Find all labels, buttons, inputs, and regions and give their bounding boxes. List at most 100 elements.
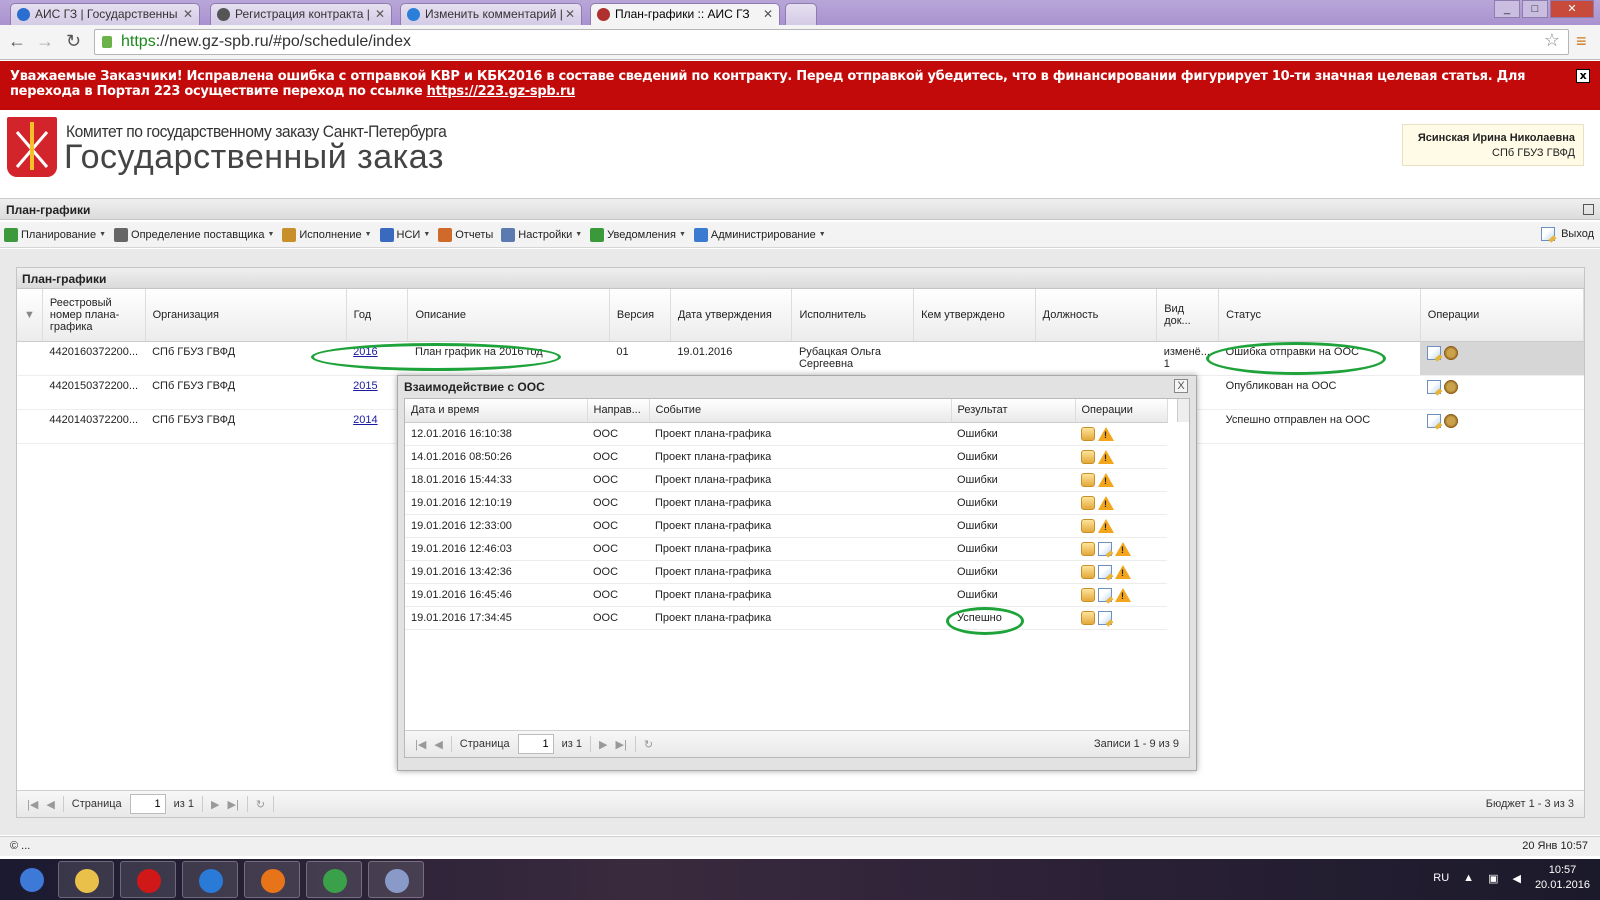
year-link[interactable]: 2015: [353, 380, 377, 392]
network-icon[interactable]: ▣: [1488, 872, 1498, 885]
page-input[interactable]: [517, 734, 554, 754]
package-icon[interactable]: [1081, 449, 1095, 464]
table-row[interactable]: 19.01.2016 12:46:03 ООС Проект плана-графи…: [405, 537, 1167, 561]
package-icon[interactable]: [1081, 541, 1095, 556]
column-header[interactable]: Операции: [1420, 289, 1585, 342]
warning-icon[interactable]: [1098, 472, 1114, 487]
menu-4[interactable]: Отчеты: [438, 227, 493, 242]
table-row[interactable]: 4420160372200... СПб ГБУЗ ГВФД 2016 План гр…: [17, 341, 1584, 376]
browser-tab[interactable]: АИС ГЗ | Государственны ✕: [10, 3, 200, 25]
taskbar-firefox[interactable]: [244, 861, 300, 898]
package-icon[interactable]: [1081, 495, 1095, 510]
back-icon[interactable]: ←: [8, 31, 26, 52]
document-icon[interactable]: [1098, 610, 1112, 625]
first-page-icon[interactable]: |◀: [27, 798, 38, 811]
year-link[interactable]: 2016: [353, 346, 377, 358]
prev-page-icon[interactable]: ◀: [46, 798, 54, 811]
document-icon[interactable]: [1098, 587, 1112, 602]
column-header[interactable]: Дата утверждения: [670, 289, 793, 342]
scrollbar[interactable]: [1177, 399, 1189, 422]
taskbar-chrome[interactable]: [306, 861, 362, 898]
table-row[interactable]: 19.01.2016 12:10:19 ООС Проект плана-графи…: [405, 491, 1167, 515]
filter-icon[interactable]: ▼: [24, 309, 35, 321]
package-icon[interactable]: [1081, 472, 1095, 487]
tray-expand-icon[interactable]: ▲: [1463, 872, 1474, 884]
column-header[interactable]: Год: [346, 289, 409, 342]
warning-icon[interactable]: [1115, 587, 1131, 602]
refresh-icon[interactable]: ↻: [256, 798, 265, 811]
menu-6[interactable]: Уведомления ▼: [590, 227, 686, 242]
tab-close-icon[interactable]: ✕: [565, 7, 575, 21]
tab-close-icon[interactable]: ✕: [763, 7, 773, 21]
url-input[interactable]: https://new.gz-spb.ru/#po/schedule/index…: [94, 29, 1569, 55]
column-header[interactable]: Версия: [609, 289, 671, 342]
filter-clear-column[interactable]: ▼: [17, 289, 43, 342]
edit-document-icon[interactable]: [1427, 345, 1442, 360]
last-page-icon[interactable]: ▶|: [228, 798, 239, 811]
package-icon[interactable]: [1081, 587, 1095, 602]
menu-1[interactable]: Определение поставщика ▼: [114, 227, 274, 242]
forward-icon[interactable]: →: [36, 31, 54, 52]
table-row[interactable]: 19.01.2016 12:33:00 ООС Проект плана-графи…: [405, 514, 1167, 538]
browser-tab[interactable]: Изменить комментарий | ✕: [400, 3, 582, 25]
menu-2[interactable]: Исполнение ▼: [282, 227, 372, 242]
column-header[interactable]: Дата и время: [405, 399, 588, 423]
clock[interactable]: 10:57 20.01.2016: [1535, 863, 1590, 893]
refresh-icon[interactable]: ↻: [644, 738, 653, 751]
menu-icon[interactable]: ≡: [1576, 31, 1587, 52]
document-icon[interactable]: [1098, 541, 1112, 556]
browser-tab[interactable]: План-графики :: АИС ГЗ ✕: [590, 3, 780, 25]
browser-tab[interactable]: Регистрация контракта | ✕: [210, 3, 392, 25]
new-tab-button[interactable]: [785, 3, 817, 25]
bookmark-star-icon[interactable]: ☆: [1544, 30, 1560, 51]
warning-icon[interactable]: [1098, 495, 1114, 510]
taskbar-explorer[interactable]: [58, 861, 114, 898]
column-header[interactable]: Направ...: [587, 399, 650, 423]
edit-document-icon[interactable]: [1427, 413, 1442, 428]
taskbar-internet-explorer[interactable]: [182, 861, 238, 898]
column-header[interactable]: Должность: [1035, 289, 1158, 342]
first-page-icon[interactable]: |◀: [415, 738, 426, 751]
taskbar-paint[interactable]: [368, 861, 424, 898]
edit-document-icon[interactable]: [1427, 379, 1442, 394]
column-header[interactable]: Организация: [145, 289, 347, 342]
prev-page-icon[interactable]: ◀: [434, 738, 442, 751]
column-header[interactable]: Событие: [649, 399, 952, 423]
reload-icon[interactable]: ↻: [66, 31, 81, 52]
banner-close-button[interactable]: x: [1576, 69, 1590, 83]
package-icon[interactable]: [1081, 610, 1095, 625]
language-indicator[interactable]: RU: [1433, 872, 1449, 884]
oos-emblem-icon[interactable]: [1444, 413, 1459, 428]
column-header[interactable]: Результат: [951, 399, 1076, 423]
table-row[interactable]: 19.01.2016 13:42:36 ООС Проект плана-графи…: [405, 560, 1167, 584]
taskbar-opera[interactable]: [120, 861, 176, 898]
column-header[interactable]: Кем утверждено: [913, 289, 1036, 342]
column-header[interactable]: Описание: [407, 289, 610, 342]
table-row[interactable]: 18.01.2016 15:44:33 ООС Проект плана-графи…: [405, 468, 1167, 492]
column-header[interactable]: Статус: [1218, 289, 1421, 342]
menu-5[interactable]: Настройки ▼: [501, 227, 582, 242]
column-header[interactable]: Операции: [1075, 399, 1168, 423]
next-page-icon[interactable]: ▶: [211, 798, 219, 811]
table-row[interactable]: 14.01.2016 08:50:26 ООС Проект плана-графи…: [405, 445, 1167, 469]
volume-icon[interactable]: ◀: [1512, 872, 1520, 885]
tab-close-icon[interactable]: ✕: [183, 7, 193, 21]
collapse-panel-button[interactable]: [1583, 204, 1594, 215]
package-icon[interactable]: [1081, 426, 1095, 441]
dialog-close-button[interactable]: X: [1174, 379, 1188, 393]
warning-icon[interactable]: [1098, 449, 1114, 464]
warning-icon[interactable]: [1115, 541, 1131, 556]
table-row[interactable]: 12.01.2016 16:10:38 ООС Проект плана-графи…: [405, 422, 1167, 446]
close-window-button[interactable]: ✕: [1550, 0, 1594, 18]
warning-icon[interactable]: [1115, 564, 1131, 579]
warning-icon[interactable]: [1098, 426, 1114, 441]
menu-7[interactable]: Администрирование ▼: [693, 227, 826, 242]
table-row[interactable]: 19.01.2016 16:45:46 ООС Проект плана-графи…: [405, 583, 1167, 607]
warning-icon[interactable]: [1098, 518, 1114, 533]
maximize-button[interactable]: □: [1522, 0, 1548, 18]
oos-emblem-icon[interactable]: [1444, 345, 1459, 360]
column-header[interactable]: Реестровый номер плана-графика: [42, 289, 146, 342]
column-header[interactable]: Исполнитель: [791, 289, 915, 342]
column-header[interactable]: Вид док...: [1156, 289, 1220, 342]
menu-3[interactable]: НСИ ▼: [379, 227, 430, 242]
